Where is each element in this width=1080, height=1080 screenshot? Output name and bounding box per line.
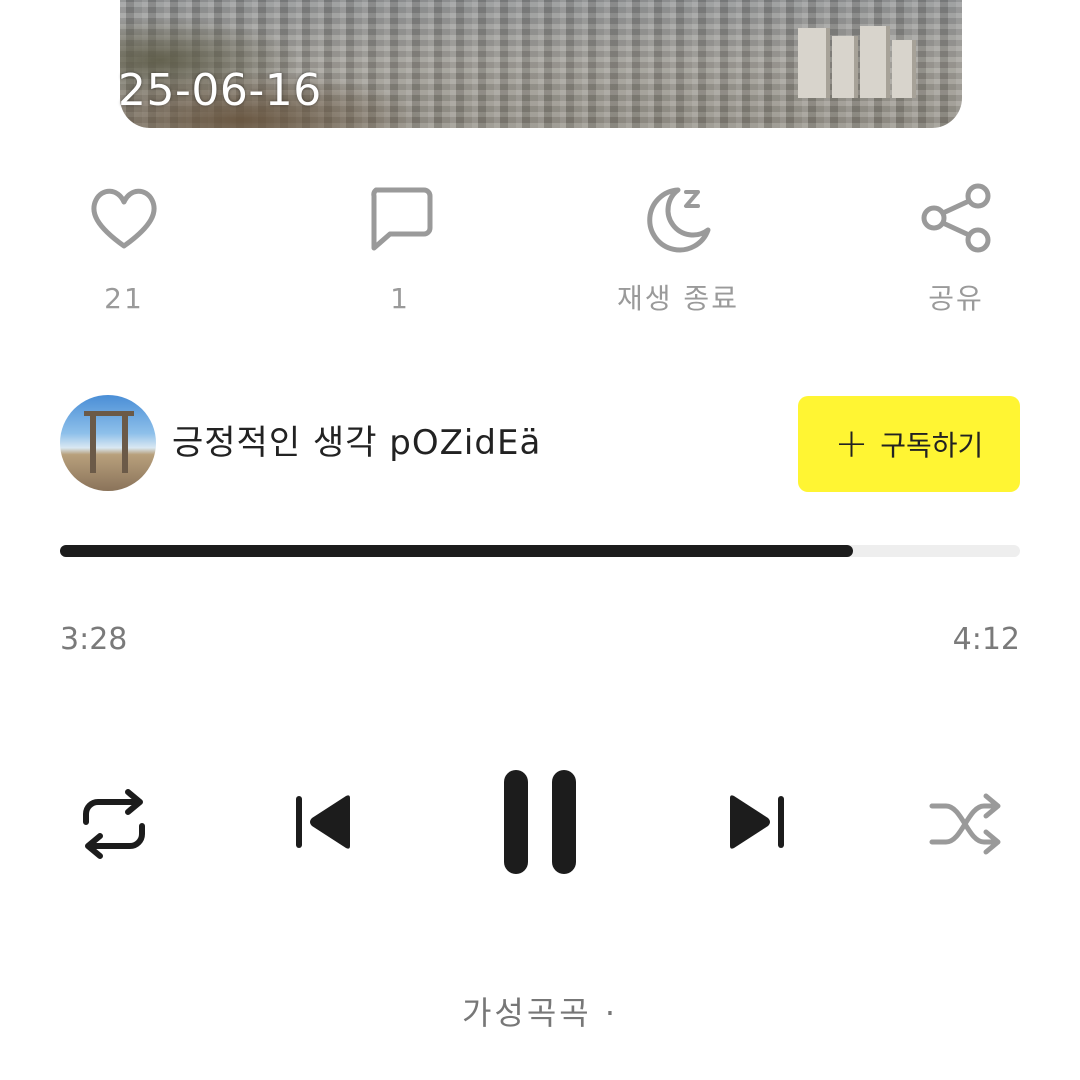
sleep-timer-label: 재생 종료 [617, 282, 739, 315]
heart-icon [44, 178, 204, 258]
subscribe-label: 구독하기 [880, 429, 984, 462]
share-button[interactable]: 공유 [876, 178, 1036, 328]
cover-date: 25-06-16 [118, 65, 322, 116]
comment-icon [320, 178, 480, 258]
comment-button[interactable]: 1 [320, 178, 480, 328]
channel-row: 긍정적인 생각 pOZidEä + 구독하기 [60, 395, 1020, 493]
elapsed-time: 3:28 [60, 622, 128, 657]
skip-next-icon[interactable] [724, 790, 788, 854]
like-count: 21 [104, 282, 144, 315]
total-duration: 4:12 [952, 622, 1020, 657]
bottom-caption: 가성곡곡 · [461, 994, 619, 1032]
repeat-icon[interactable] [76, 788, 152, 860]
cover-building [832, 36, 858, 98]
cover-building [798, 28, 830, 98]
share-label: 공유 [928, 282, 984, 315]
skip-previous-icon[interactable] [292, 790, 356, 854]
like-button[interactable]: 21 [44, 178, 204, 328]
pause-icon[interactable] [500, 768, 580, 876]
plus-icon: + [834, 421, 869, 467]
channel-name[interactable]: 긍정적인 생각 pOZidEä [172, 421, 541, 465]
avatar-swing-post [90, 413, 96, 473]
action-bar: 21 1 재생 종료 공유 [0, 178, 1080, 328]
subscribe-button[interactable]: + 구독하기 [798, 396, 1020, 492]
avatar-swing-post [122, 413, 128, 473]
progress-fill [60, 545, 853, 557]
sleep-timer-button[interactable]: 재생 종료 [598, 178, 758, 328]
comment-count: 1 [390, 282, 410, 315]
share-icon [876, 178, 1036, 258]
avatar-swing-bar [84, 411, 134, 416]
shuffle-icon[interactable] [928, 792, 1004, 856]
cover-building [860, 26, 890, 98]
sleep-timer-icon [598, 178, 758, 258]
channel-avatar[interactable] [60, 395, 156, 491]
cover-building [892, 40, 916, 98]
progress-bar[interactable] [60, 545, 1020, 557]
